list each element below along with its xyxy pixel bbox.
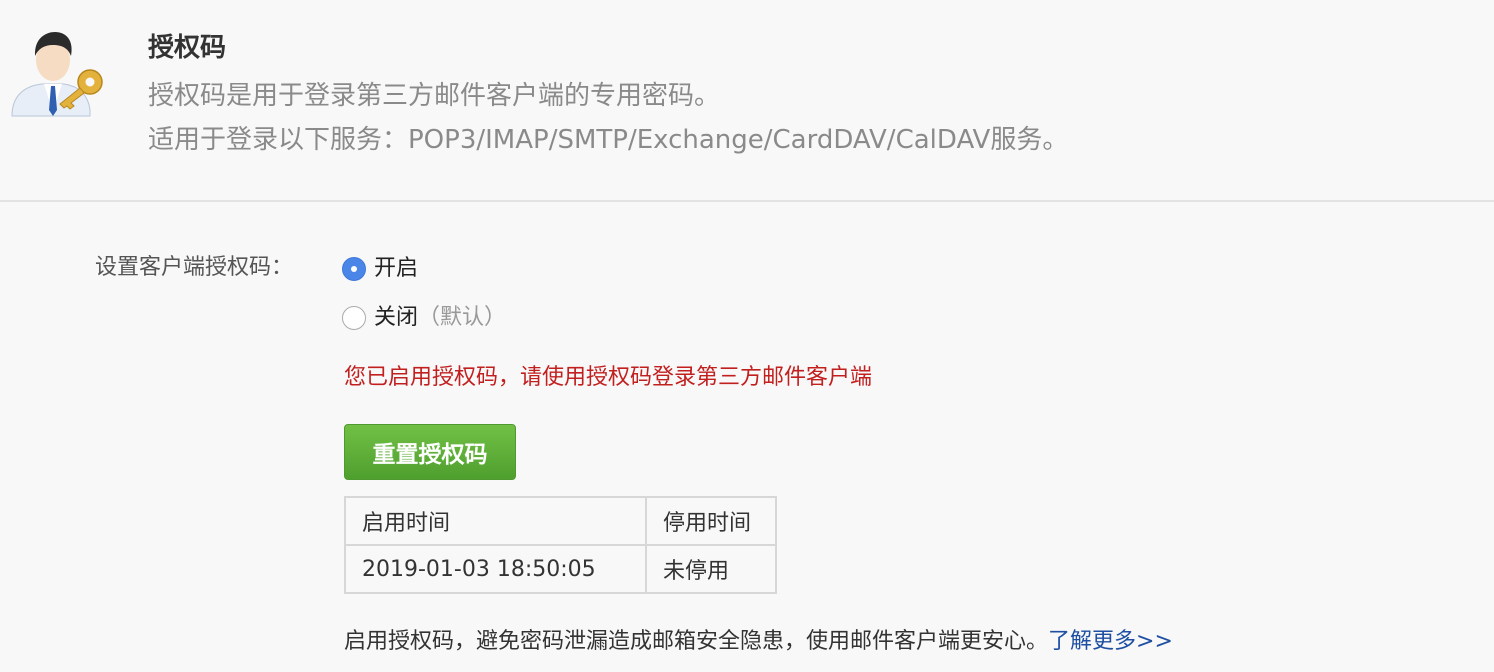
radio-checked-icon[interactable] [342, 257, 366, 281]
radio-note-default: （默认） [418, 305, 507, 330]
learn-more-link[interactable]: 了解更多>> [1048, 629, 1173, 654]
radio-label-enable: 开启 [374, 256, 419, 281]
header-section: 授权码 授权码是用于登录第三方邮件客户端的专用密码。 适用于登录以下服务：POP… [0, 0, 1494, 202]
page-title: 授权码 [148, 33, 227, 63]
column-header-enabled-time: 启用时间 [344, 496, 647, 546]
description-line-2: 适用于登录以下服务：POP3/IMAP/SMTP/Exchange/CardDA… [148, 125, 1069, 155]
enabled-time-cell: 2019-01-03 18:50:05 [344, 544, 647, 594]
radio-option-enable[interactable]: 开启 [342, 253, 418, 285]
table-row: 2019-01-03 18:50:05 未停用 [344, 544, 777, 594]
user-key-icon [11, 32, 103, 117]
reset-auth-code-button[interactable]: 重置授权码 [344, 424, 516, 480]
description-line-1: 授权码是用于登录第三方邮件客户端的专用密码。 [148, 81, 721, 111]
radio-label-disable: 关闭 [374, 305, 419, 330]
disabled-time-cell: 未停用 [645, 544, 777, 594]
footer-text: 启用授权码，避免密码泄漏造成邮箱安全隐患，使用邮件客户端更安心。 [344, 629, 1049, 654]
footer-note: 启用授权码，避免密码泄漏造成邮箱安全隐患，使用邮件客户端更安心。了解更多>> [344, 626, 1173, 658]
radio-option-disable[interactable]: 关闭 （默认） [342, 302, 506, 334]
setting-label: 设置客户端授权码： [95, 255, 294, 280]
column-header-disabled-time: 停用时间 [645, 496, 777, 546]
enabled-notice: 您已启用授权码，请使用授权码登录第三方邮件客户端 [344, 365, 873, 390]
auth-time-table: 启用时间 停用时间 2019-01-03 18:50:05 未停用 [344, 496, 777, 594]
table-header-row: 启用时间 停用时间 [344, 496, 777, 546]
radio-unchecked-icon[interactable] [342, 306, 366, 330]
